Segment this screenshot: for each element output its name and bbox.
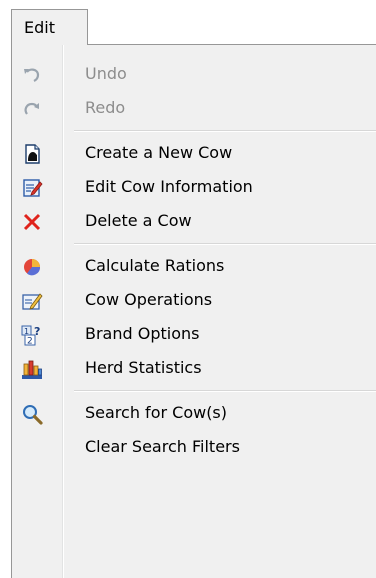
bar-chart-icon [21,358,43,380]
edit-dropdown-menu: Undo Redo Create a New Cow Edit Cow Info… [11,44,376,578]
menu-item-label: Edit Cow Information [85,177,253,196]
menu-item-cow-operations[interactable]: Cow Operations [12,283,376,317]
menu-separator [74,390,376,392]
edit-menu-title[interactable]: Edit [11,9,88,45]
menu-item-label: Brand Options [85,324,200,343]
edit-document-icon [21,177,43,199]
pencil-note-icon [21,290,43,312]
menu-item-edit-cow-information[interactable]: Edit Cow Information [12,170,376,204]
menu-item-redo[interactable]: Redo [12,91,376,125]
pie-chart-icon [21,256,43,278]
menu-item-search-for-cows[interactable]: Search for Cow(s) [12,396,376,430]
menu-item-label: Undo [85,64,127,83]
menu-item-calculate-rations[interactable]: Calculate Rations [12,249,376,283]
undo-icon [21,64,43,86]
menu-separator [74,243,376,245]
menu-item-label: Create a New Cow [85,143,233,162]
menu-item-label: Herd Statistics [85,358,202,377]
menu-item-label: Calculate Rations [85,256,225,275]
menu-item-delete-cow[interactable]: Delete a Cow [12,204,376,238]
brand-numbers-icon: 1 2 ? [21,324,43,347]
svg-text:?: ? [34,325,40,338]
menu-separator [74,130,376,132]
svg-text:2: 2 [27,337,33,347]
edit-menu-title-label: Edit [24,18,55,37]
menu-item-label: Cow Operations [85,290,213,309]
menu-item-label: Search for Cow(s) [85,403,228,422]
menu-item-herd-statistics[interactable]: Herd Statistics [12,351,376,385]
menu-item-create-new-cow[interactable]: Create a New Cow [12,136,376,170]
delete-x-icon [21,211,43,233]
menu-item-label: Delete a Cow [85,211,192,230]
menu-item-label: Clear Search Filters [85,437,240,456]
menu-item-undo[interactable]: Undo [12,57,376,91]
menu-item-clear-search-filters[interactable]: Clear Search Filters [12,430,376,464]
page: Edit Undo Redo Create a New Cow Edit Cow… [0,0,376,578]
redo-icon [21,98,43,120]
new-document-icon [21,143,43,165]
menu-item-brand-options[interactable]: 1 2 ? Brand Options [12,317,376,351]
menu-item-label: Redo [85,98,126,117]
magnifier-icon [21,403,43,425]
